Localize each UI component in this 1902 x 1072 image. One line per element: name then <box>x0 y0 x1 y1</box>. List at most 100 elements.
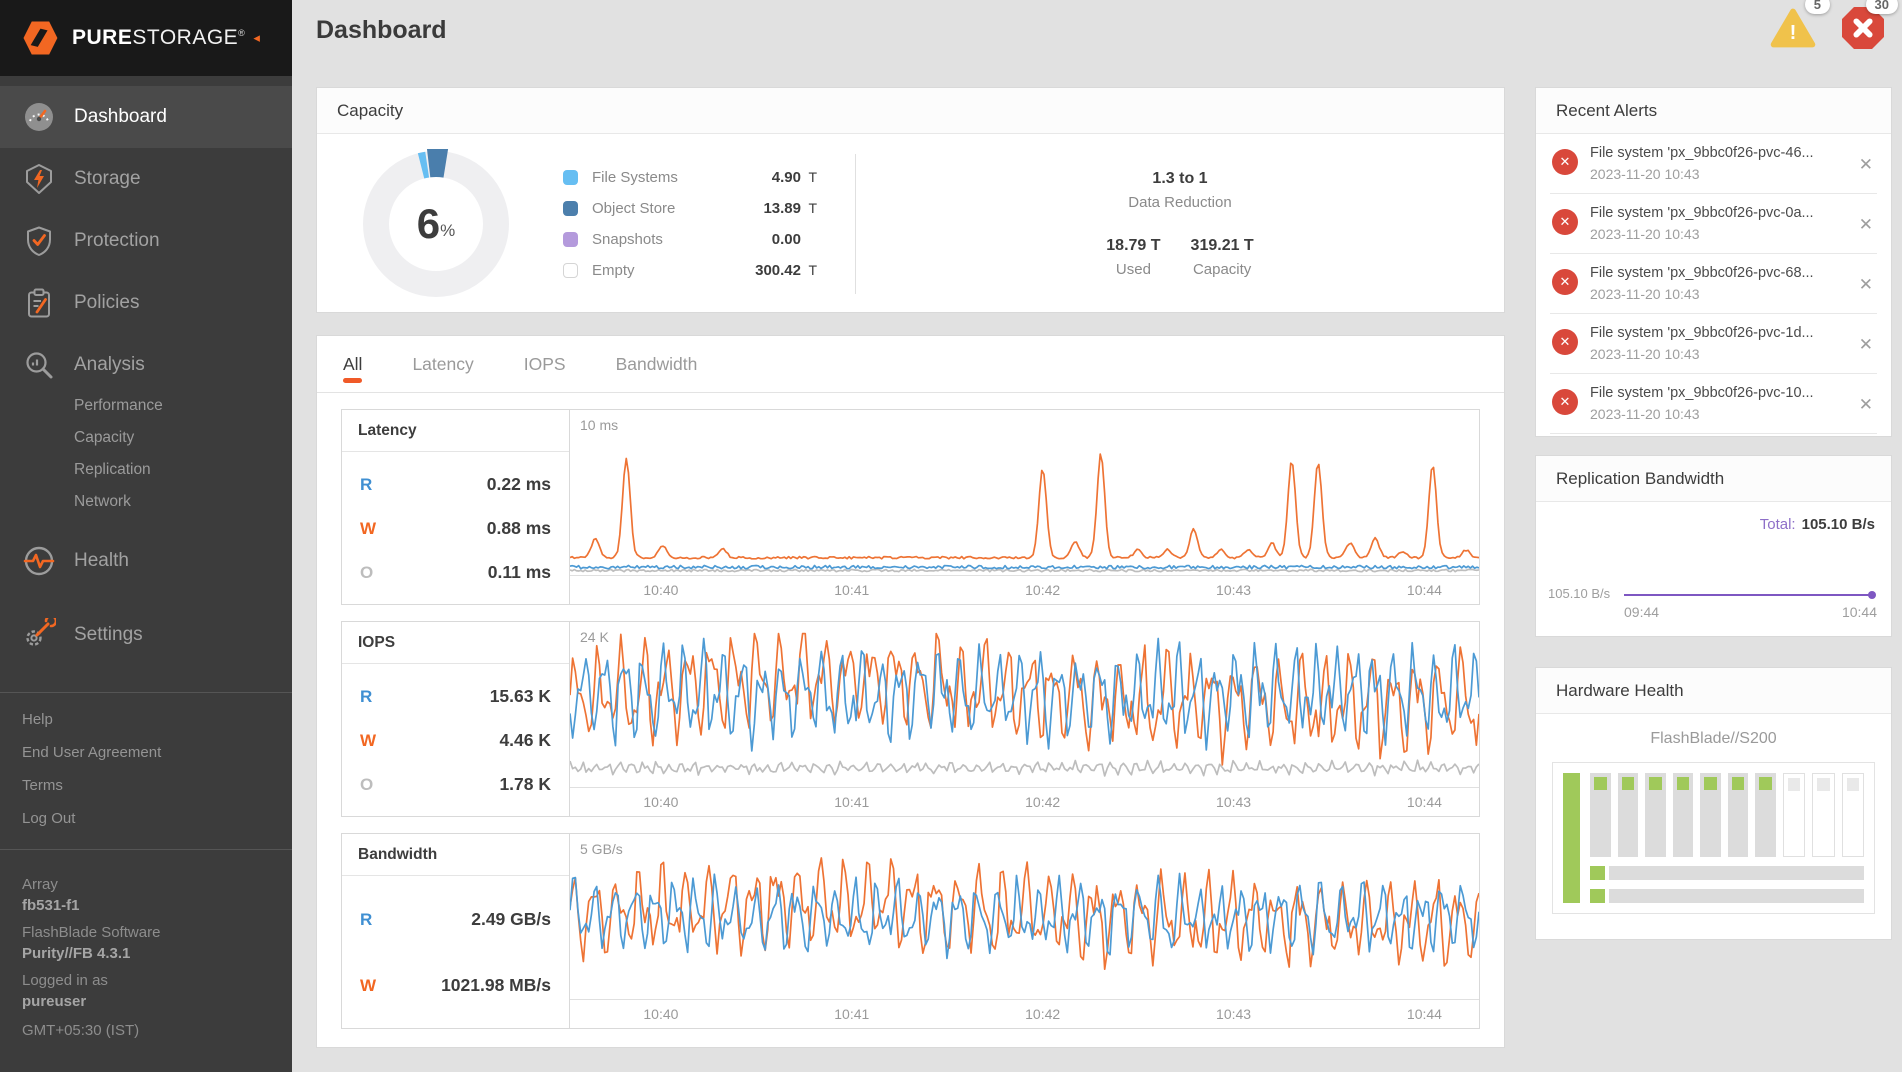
bandwidth-xaxis: 10:40 10:41 10:42 10:43 10:44 <box>570 1000 1479 1028</box>
legend-row-empty: Empty 300.42 T <box>563 255 817 286</box>
alert-item[interactable]: ✕ File system 'px_9bbc0f26-pvc-68...2023… <box>1550 254 1877 314</box>
data-reduction-zone: 1.3 to 1 Data Reduction 18.79 T Used 319… <box>856 170 1504 278</box>
legend-row-snapshots: Snapshots 0.00 <box>563 224 817 255</box>
sidebar-divider <box>0 849 292 850</box>
bandwidth-plot: 5 GB/s 10:40 10:41 10:42 10:43 10:44 <box>570 834 1479 1028</box>
top-bar: Dashboard ! 5 30 <box>292 0 1902 60</box>
tab-iops[interactable]: IOPS <box>524 336 566 392</box>
content: Capacity 6 % <box>292 60 1902 1072</box>
latency-chart-row: Latency R0.22 ms W0.88 ms O0.11 ms 10 ms <box>341 409 1480 605</box>
critical-alerts-button[interactable]: 30 <box>1842 7 1884 54</box>
blade-filled <box>1618 773 1639 857</box>
chassis-diagram[interactable] <box>1552 762 1875 914</box>
alert-error-icon: ✕ <box>1552 389 1578 415</box>
login-user: pureuser <box>22 993 292 1010</box>
sidebar-item-storage[interactable]: Storage <box>0 148 292 210</box>
health-pulse-icon <box>22 544 56 578</box>
capacity-panel: Capacity 6 % <box>316 87 1505 313</box>
array-name: fb531-f1 <box>22 897 292 914</box>
latency-read-stat: R0.22 ms <box>360 474 551 495</box>
analysis-sub-list: Performance Capacity Replication Network <box>74 390 292 518</box>
alert-item[interactable]: ✕ File system 'px_9bbc0f26-pvc-1d...2023… <box>1550 314 1877 374</box>
alert-dismiss-icon[interactable]: ✕ <box>1849 325 1877 355</box>
alert-dismiss-icon[interactable]: ✕ <box>1849 385 1877 415</box>
page-title: Dashboard <box>316 16 1744 45</box>
sidebar-item-label: Settings <box>74 624 143 646</box>
alert-dismiss-icon[interactable]: ✕ <box>1849 145 1877 175</box>
total-capacity: 319.21 T Capacity <box>1191 237 1254 278</box>
module-body <box>1609 866 1864 880</box>
replication-total-label: Total: <box>1760 516 1796 533</box>
link-end-user-agreement[interactable]: End User Agreement <box>22 736 292 769</box>
warning-alerts-button[interactable]: ! 5 <box>1770 7 1816 54</box>
blade-filled <box>1755 773 1776 857</box>
latency-other-stat: O0.11 ms <box>360 562 551 583</box>
replication-yaxis-label: 105.10 B/s <box>1548 586 1610 601</box>
legend-row-object-store: Object Store 13.89 T <box>563 193 817 224</box>
right-column: Recent Alerts ✕ File system 'px_9bbc0f26… <box>1535 60 1892 1072</box>
replication-x-end: 10:44 <box>1842 604 1877 620</box>
tab-bandwidth[interactable]: Bandwidth <box>616 336 698 392</box>
analysis-magnifier-icon <box>22 348 56 382</box>
settings-gear-wrench-icon <box>22 618 56 652</box>
iops-ymax-label: 24 K <box>580 629 609 645</box>
alert-dismiss-icon[interactable]: ✕ <box>1849 265 1877 295</box>
iops-stats-title: IOPS <box>342 622 569 664</box>
blade-slot-empty <box>1842 773 1865 857</box>
sidebar-item-policies[interactable]: Policies <box>0 272 292 334</box>
sidebar-item-analysis[interactable]: Analysis <box>0 334 292 396</box>
hardware-health-panel: Hardware Health FlashBlade//S200 <box>1535 667 1892 940</box>
capacity-legend: File Systems 4.90 T Object Store 13.89 T <box>563 162 817 286</box>
sidebar-subitem-network[interactable]: Network <box>74 486 292 518</box>
login-label: Logged in as <box>22 972 292 989</box>
object-store-swatch <box>563 201 578 216</box>
replication-bandwidth-title: Replication Bandwidth <box>1536 456 1891 502</box>
sidebar-item-health[interactable]: Health <box>0 530 292 592</box>
alert-dismiss-icon[interactable]: ✕ <box>1849 205 1877 235</box>
alert-item[interactable]: ✕ File system 'px_9bbc0f26-pvc-46...2023… <box>1550 134 1877 194</box>
blade-filled <box>1673 773 1694 857</box>
bandwidth-read-stat: R2.49 GB/s <box>360 909 551 930</box>
capacity-panel-title: Capacity <box>317 88 1504 134</box>
link-terms[interactable]: Terms <box>22 769 292 802</box>
sidebar-subitem-performance[interactable]: Performance <box>74 390 292 422</box>
sidebar-subitem-replication[interactable]: Replication <box>74 454 292 486</box>
performance-tabs: All Latency IOPS Bandwidth <box>317 336 1504 393</box>
tab-latency[interactable]: Latency <box>412 336 473 392</box>
blade-filled <box>1728 773 1749 857</box>
hardware-health-title: Hardware Health <box>1536 668 1891 714</box>
alert-item[interactable]: ✕ File system 'px_9bbc0f26-pvc-0a...2023… <box>1550 194 1877 254</box>
link-help[interactable]: Help <box>22 703 292 736</box>
sidebar-nav: Dashboard Storage Protection <box>0 76 292 666</box>
sidebar-item-label: Dashboard <box>74 106 167 128</box>
replication-total-value: 105.10 B/s <box>1802 516 1875 533</box>
alert-error-icon: ✕ <box>1552 329 1578 355</box>
sidebar-item-dashboard[interactable]: Dashboard <box>0 86 292 148</box>
module-status-led <box>1590 866 1605 880</box>
sidebar-links: Help End User Agreement Terms Log Out <box>0 703 292 835</box>
chassis-module-bar <box>1590 889 1864 903</box>
blade-filled <box>1700 773 1721 857</box>
alert-item[interactable]: ✕ File system 'px_9bbc0f26-pvc-10...2023… <box>1550 374 1877 434</box>
sidebar-item-protection[interactable]: Protection <box>0 210 292 272</box>
sidebar-collapse-arrow[interactable]: ◂ <box>253 30 260 46</box>
capacity-percent-value: 6 <box>417 200 440 248</box>
replication-end-dot <box>1868 591 1876 599</box>
sidebar-divider <box>0 692 292 693</box>
chassis-status-led <box>1563 773 1580 903</box>
sidebar-item-label: Policies <box>74 292 139 314</box>
file-systems-swatch <box>563 170 578 185</box>
timezone-label: GMT+05:30 (IST) <box>22 1022 292 1039</box>
blade-filled <box>1590 773 1611 857</box>
link-log-out[interactable]: Log Out <box>22 802 292 835</box>
chassis-module-bar <box>1590 866 1864 880</box>
sidebar-subitem-capacity[interactable]: Capacity <box>74 422 292 454</box>
sidebar-item-settings[interactable]: Settings <box>0 604 292 666</box>
alert-error-icon: ✕ <box>1552 209 1578 235</box>
software-version: Purity//FB 4.3.1 <box>22 945 292 962</box>
replication-bandwidth-panel: Replication Bandwidth Total: 105.10 B/s 1… <box>1535 455 1892 637</box>
tab-all[interactable]: All <box>343 336 362 392</box>
recent-alerts-panel: Recent Alerts ✕ File system 'px_9bbc0f26… <box>1535 87 1892 437</box>
dashboard-gauge-icon <box>22 100 56 134</box>
latency-line-chart <box>570 410 1479 575</box>
